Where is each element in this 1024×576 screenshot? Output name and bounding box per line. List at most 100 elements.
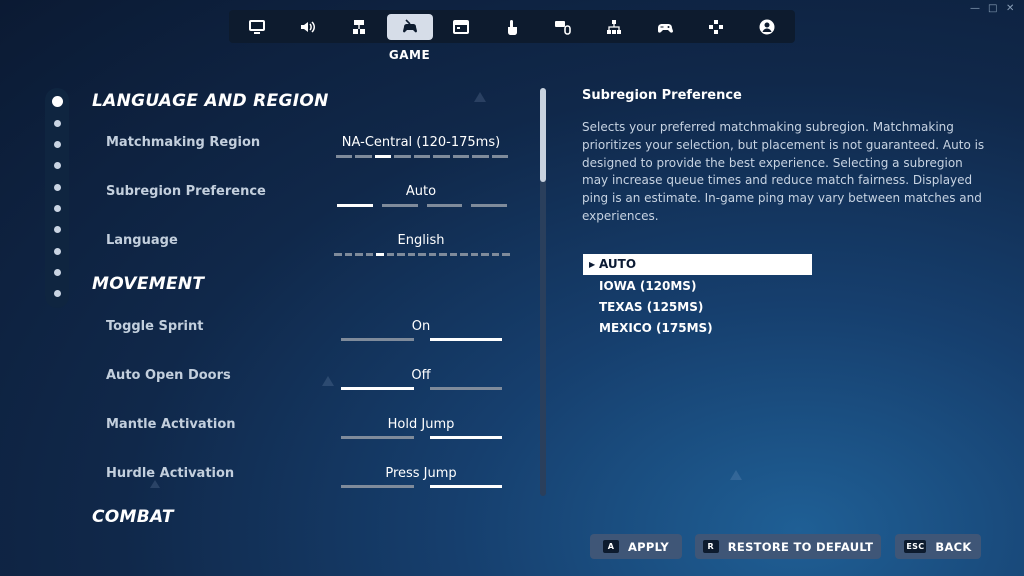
selector-segment[interactable] xyxy=(376,253,384,256)
touch-icon xyxy=(508,19,517,35)
selector-segment[interactable] xyxy=(365,253,374,256)
selector-segment[interactable] xyxy=(491,155,508,158)
selector-segment[interactable] xyxy=(341,387,414,390)
tab-keyboard-mouse[interactable] xyxy=(540,14,586,40)
tab-network[interactable] xyxy=(591,14,637,40)
option-iowa[interactable]: IOWA (120MS) xyxy=(583,276,812,297)
hurdle-activation-value[interactable]: Press Jump xyxy=(326,466,516,481)
selector-segment[interactable] xyxy=(336,155,353,158)
nav-dot[interactable] xyxy=(54,290,61,297)
toggle-sprint-value[interactable]: On xyxy=(326,319,516,334)
language-value[interactable]: English xyxy=(326,233,516,248)
selector-segment[interactable] xyxy=(433,155,450,158)
auto-open-doors-selector[interactable] xyxy=(341,387,502,390)
tab-accessibility[interactable] xyxy=(336,14,382,40)
tab-controller[interactable] xyxy=(642,14,688,40)
selector-segment[interactable] xyxy=(418,253,426,256)
selector-segment[interactable] xyxy=(502,253,510,256)
selector-segment[interactable] xyxy=(429,338,502,341)
window-icon xyxy=(453,19,469,34)
selector-segment[interactable] xyxy=(449,253,458,256)
selector-segment[interactable] xyxy=(344,253,353,256)
section-navigator xyxy=(45,88,69,308)
tab-video[interactable] xyxy=(234,14,280,40)
auto-open-doors-label: Auto Open Doors xyxy=(106,368,231,383)
selector-segment[interactable] xyxy=(470,253,479,256)
selector-segment[interactable] xyxy=(341,436,414,439)
selector-segment[interactable] xyxy=(374,155,392,158)
selector-segment[interactable] xyxy=(355,253,363,256)
option-auto[interactable]: ▶ AUTO xyxy=(583,254,812,275)
back-button-label: BACK xyxy=(935,539,972,554)
close-icon[interactable]: ✕ xyxy=(1006,3,1014,14)
subregion-preference-value[interactable]: Auto xyxy=(326,184,516,199)
selector-segment[interactable] xyxy=(355,155,372,158)
tab-hud[interactable] xyxy=(438,14,484,40)
selector-segment[interactable] xyxy=(341,338,414,341)
back-button[interactable]: ESC BACK xyxy=(895,534,981,559)
selector-segment[interactable] xyxy=(341,485,414,488)
nav-dot[interactable] xyxy=(54,269,61,276)
selector-segment[interactable] xyxy=(394,155,411,158)
nav-dot[interactable] xyxy=(54,162,61,169)
nav-dot[interactable] xyxy=(54,226,61,233)
selector-segment[interactable] xyxy=(491,253,500,256)
tree-icon xyxy=(353,19,365,34)
hurdle-activation-selector[interactable] xyxy=(341,485,502,488)
toggle-sprint-selector[interactable] xyxy=(341,338,502,341)
selector-segment[interactable] xyxy=(386,253,395,256)
option-texas[interactable]: TEXAS (125MS) xyxy=(583,297,812,318)
apply-button[interactable]: A APPLY xyxy=(590,534,682,559)
selector-segment[interactable] xyxy=(426,204,463,207)
matchmaking-region-value[interactable]: NA-Central (120-175ms) xyxy=(326,135,516,150)
tab-audio[interactable] xyxy=(285,14,331,40)
mantle-activation-value[interactable]: Hold Jump xyxy=(326,417,516,432)
selector-segment[interactable] xyxy=(439,253,447,256)
mantle-activation-selector[interactable] xyxy=(341,436,502,439)
settings-scrollbar-thumb[interactable] xyxy=(540,88,546,182)
selector-segment[interactable] xyxy=(334,253,342,256)
apply-button-label: APPLY xyxy=(627,539,670,554)
active-tab-label: GAME xyxy=(388,48,431,62)
minimize-icon[interactable]: — xyxy=(970,3,980,14)
maximize-icon[interactable]: □ xyxy=(988,3,997,14)
nav-dot[interactable] xyxy=(54,120,61,127)
option-label: IOWA (120MS) xyxy=(599,279,697,293)
nav-dot[interactable] xyxy=(54,184,61,191)
selector-segment[interactable] xyxy=(471,204,507,207)
option-mexico[interactable]: MEXICO (175MS) xyxy=(583,318,812,339)
selector-segment[interactable] xyxy=(337,204,373,207)
selector-segment[interactable] xyxy=(460,253,468,256)
keyboard-mouse-icon xyxy=(555,20,571,35)
selector-segment[interactable] xyxy=(407,253,416,256)
language-selector[interactable] xyxy=(334,253,510,256)
nav-dot[interactable] xyxy=(54,141,61,148)
selector-segment[interactable] xyxy=(472,155,489,158)
selector-segment[interactable] xyxy=(429,485,502,488)
tab-touch[interactable] xyxy=(489,14,535,40)
account-icon xyxy=(759,19,775,34)
selector-segment[interactable] xyxy=(381,204,418,207)
restore-to-default-button[interactable]: R RESTORE TO DEFAULT xyxy=(695,534,881,559)
tab-account[interactable] xyxy=(744,14,790,40)
matchmaking-region-label: Matchmaking Region xyxy=(106,135,261,150)
selector-segment[interactable] xyxy=(481,253,489,256)
matchmaking-region-selector[interactable] xyxy=(336,155,508,158)
selector-segment[interactable] xyxy=(429,387,502,390)
key-a-icon: A xyxy=(602,540,619,553)
nav-dot[interactable] xyxy=(52,96,63,107)
dpad-icon xyxy=(709,19,723,34)
toggle-sprint-label: Toggle Sprint xyxy=(106,319,204,334)
selector-segment[interactable] xyxy=(413,155,431,158)
tab-game[interactable] xyxy=(387,13,433,40)
selector-segment[interactable] xyxy=(452,155,470,158)
nav-dot[interactable] xyxy=(54,205,61,212)
bg-triangle xyxy=(730,470,742,480)
subregion-preference-selector[interactable] xyxy=(337,204,507,207)
nav-dot[interactable] xyxy=(54,248,61,255)
tab-controller-binds[interactable] xyxy=(693,14,739,40)
auto-open-doors-value[interactable]: Off xyxy=(326,368,516,383)
selector-segment[interactable] xyxy=(397,253,405,256)
selector-segment[interactable] xyxy=(428,253,437,256)
selector-segment[interactable] xyxy=(429,436,502,439)
